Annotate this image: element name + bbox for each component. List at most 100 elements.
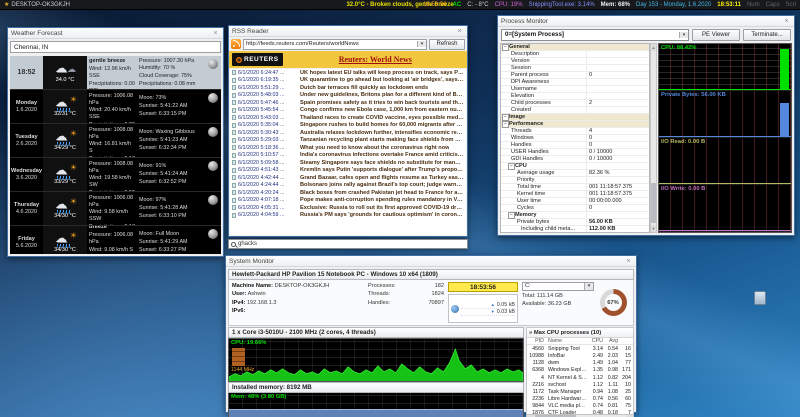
property-row[interactable]: Memory [501, 212, 649, 219]
property-row[interactable]: Image [501, 114, 649, 121]
vertical-scrollbar[interactable] [650, 43, 657, 233]
rss-item-title[interactable]: Kremlin says Putin 'supports dialogue' a… [300, 167, 464, 173]
rss-item-title[interactable]: Thailand races to create COVID vaccine, … [300, 115, 464, 121]
property-row[interactable]: Cycles 0 [501, 205, 649, 212]
procmon-titlebar[interactable]: Process Monitor [498, 16, 794, 27]
rss-list-item[interactable]: 6/1/2020 5:29:03 ... Tanzanian recycling… [230, 137, 466, 145]
cpu-column-header[interactable]: CPU [588, 338, 603, 344]
table-row[interactable]: 4 NT Kernel & System 1.12 0.82 204 [527, 374, 633, 381]
feed-title-link[interactable]: Reuters: World News [287, 55, 464, 64]
rss-list-item[interactable]: 6/1/2020 4:20:24 ... Black boxes from cr… [230, 189, 466, 197]
rss-list-item[interactable]: 6/1/2020 5:30:43 ... Australia relaxes l… [230, 129, 466, 137]
weather-day-row[interactable]: Wednesday 3.6.2020 33/29 °C Light rain, … [10, 158, 221, 192]
property-row[interactable]: Priority [501, 177, 649, 184]
rss-list-item[interactable]: 6/1/2020 4:24:44 ... Bolsonaro joins ral… [230, 182, 466, 190]
rss-item-title[interactable]: Singapore rushes to build homes for 60,0… [300, 122, 464, 128]
rss-item-title[interactable]: UK quarantine to go ahead but looking at… [300, 77, 464, 83]
rss-list-item[interactable]: 6/1/2020 5:18:36 ... What you need to kn… [230, 144, 466, 152]
weather-current-row[interactable]: 18:52 34.0 °C Broken clouds, gentle bree… [10, 56, 221, 90]
find-bar[interactable]: ghacks [228, 239, 468, 249]
terminate-button[interactable]: Terminate... [743, 29, 791, 41]
find-input[interactable]: ghacks [238, 241, 257, 247]
property-row[interactable]: Handles 0 [501, 142, 649, 149]
rss-item-title[interactable]: Bolsonaro joins rally against Brazil's t… [300, 182, 464, 188]
table-row[interactable]: 6368 Windows Explorer 1.35 0.98 171 [527, 367, 633, 374]
max-cpu-processes-header[interactable]: » Max CPU processes (10) [527, 328, 633, 338]
drive-selector[interactable]: C: [522, 282, 594, 291]
rss-item-title[interactable]: Congo confirms new Ebola case, 1,000 km … [300, 107, 464, 113]
pid-column-header[interactable]: PID [529, 338, 546, 344]
property-row[interactable]: DPI Awareness [501, 79, 649, 86]
property-row[interactable]: Session [501, 65, 649, 72]
rss-item-title[interactable]: What you need to know about the coronavi… [300, 145, 449, 151]
chevron-down-icon[interactable] [584, 283, 593, 291]
rss-item-title[interactable]: Under new guidelines, Britons plan for a… [300, 92, 464, 98]
feed-url[interactable]: http://feeds.reuters.com/Reuters/worldNe… [244, 41, 417, 47]
rss-item-title[interactable]: Russia's PM says 'grounds for cautious o… [300, 212, 464, 218]
table-row[interactable]: 2216 svchost 1.12 1.11 10 [527, 381, 633, 388]
pe-viewer-button[interactable]: PE Viewer [692, 29, 740, 41]
avg-column-header[interactable]: Avg [603, 338, 618, 344]
rss-list-item[interactable]: 6/1/2020 4:04:59 ... Russia's PM says 'g… [230, 212, 466, 220]
rss-list-item[interactable]: 6/1/2020 5:10:57 ... India's coronavirus… [230, 152, 466, 160]
property-row[interactable]: Average usage 82.36 % [501, 170, 649, 177]
table-row[interactable]: 1172 Task Manager 0.94 1.08 25 [527, 388, 633, 395]
rss-item-title[interactable]: Grand Bazaar, cafes open and flights res… [300, 175, 464, 181]
rss-list-item[interactable]: 6/1/2020 5:48:03 ... Under new guideline… [230, 92, 466, 100]
rss-list-item[interactable]: 6/1/2020 5:09:58 ... Steamy Singapore sa… [230, 159, 466, 167]
property-row[interactable]: CPU [501, 163, 649, 170]
close-icon[interactable] [211, 29, 220, 38]
close-icon[interactable] [782, 17, 791, 26]
property-row[interactable]: Parent process 0 [501, 72, 649, 79]
name-column-header[interactable]: Name [546, 338, 588, 344]
weather-location-input[interactable]: Chennai, IN [10, 41, 221, 53]
property-row[interactable]: USER Handles 0 / 10000 [501, 149, 649, 156]
weather-day-row[interactable]: Tuesday 2.6.2020 34/29 °C Light rain, ge… [10, 124, 221, 158]
table-row[interactable]: 10988 InfoBar 2.49 2.03 15 [527, 352, 633, 359]
feed-url-combobox[interactable]: http://feeds.reuters.com/Reuters/worldNe… [243, 39, 427, 50]
table-row[interactable]: 2236 Libre Hardware Monitor 0.74 0.56 60 [527, 396, 633, 403]
property-row[interactable]: Elevation [501, 93, 649, 100]
property-row[interactable]: Child processes 2 [501, 100, 649, 107]
chevron-down-icon[interactable] [679, 32, 688, 38]
table-row[interactable]: 9844 VLC media player 0.74 0.81 75 [527, 403, 633, 410]
rss-list-item[interactable]: 6/1/2020 5:51:29 ... Dutch bar terraces … [230, 84, 466, 92]
rss-list-item[interactable]: 6/1/2020 6:24:47 ... UK hopes latest EU … [230, 69, 466, 77]
rss-list-item[interactable]: 6/1/2020 4:51:43 ... Kremlin says Putin … [230, 167, 466, 175]
scroll-up-icon[interactable] [651, 44, 656, 51]
scroll-down-icon[interactable] [651, 225, 656, 232]
property-row[interactable]: Performance [501, 121, 649, 128]
property-row[interactable]: Version [501, 58, 649, 65]
chevron-down-icon[interactable] [417, 41, 426, 47]
table-row[interactable]: 4560 Snipping Tool 3.14 0.54 16 [527, 345, 633, 352]
property-row[interactable]: Including child meta... 112.00 KB [501, 226, 649, 233]
weather-day-row[interactable]: Monday 1.6.2020 32/31 °C Moderate rain, … [10, 90, 221, 124]
rss-list-item[interactable]: 6/1/2020 6:19:35 ... UK quarantine to go… [230, 77, 466, 85]
rss-item-title[interactable]: Tanzanian recycling plant starts making … [300, 137, 464, 143]
rss-item-title[interactable]: Black boxes from crashed Pakistan jet he… [300, 190, 464, 196]
rss-item-title[interactable]: Spain promises safety as it tries to win… [300, 100, 464, 106]
property-row[interactable]: General [501, 44, 649, 51]
sysmon-titlebar[interactable]: System Monitor [226, 256, 636, 267]
property-row[interactable]: Kernel time 001 11:18:57.375 [501, 191, 649, 198]
desktop-icon[interactable] [751, 291, 769, 311]
table-row[interactable]: 1128 dwm 1.49 1.04 77 [527, 360, 633, 367]
property-row[interactable]: Description [501, 51, 649, 58]
weather-day-row[interactable]: Friday 5.6.2020 34/30 °C Light rain, lig… [10, 226, 221, 254]
property-row[interactable]: Username [501, 86, 649, 93]
property-row[interactable]: Private bytes 56.00 KB [501, 219, 649, 226]
scrollbar-thumb[interactable] [651, 183, 656, 223]
property-row[interactable]: Created [501, 107, 649, 114]
close-icon[interactable] [624, 257, 633, 266]
rss-list-item[interactable]: 6/1/2020 4:07:18 ... Pope makes anti-cor… [230, 197, 466, 205]
property-row[interactable]: GDI Handles 0 / 10000 [501, 156, 649, 163]
process-selector-combobox[interactable]: 0=[System Process] [501, 29, 689, 41]
rss-item-title[interactable]: India's coronavirus infections overtake … [300, 152, 464, 158]
rss-item-title[interactable]: Pope makes anti-corruption spending rule… [300, 197, 464, 203]
rss-item-title[interactable]: Australia relaxes lockdown further, inte… [300, 130, 464, 136]
rss-item-title[interactable]: Exclusive: Russia to roll out its first … [300, 205, 464, 211]
rss-item-title[interactable]: Steamy Singapore says face shields no su… [300, 160, 464, 166]
rss-list-item[interactable]: 6/1/2020 5:35:04 ... Singapore rushes to… [230, 122, 466, 130]
property-row[interactable]: Threads 4 [501, 128, 649, 135]
rss-list-item[interactable]: 6/1/2020 5:45:54 ... Congo confirms new … [230, 107, 466, 115]
